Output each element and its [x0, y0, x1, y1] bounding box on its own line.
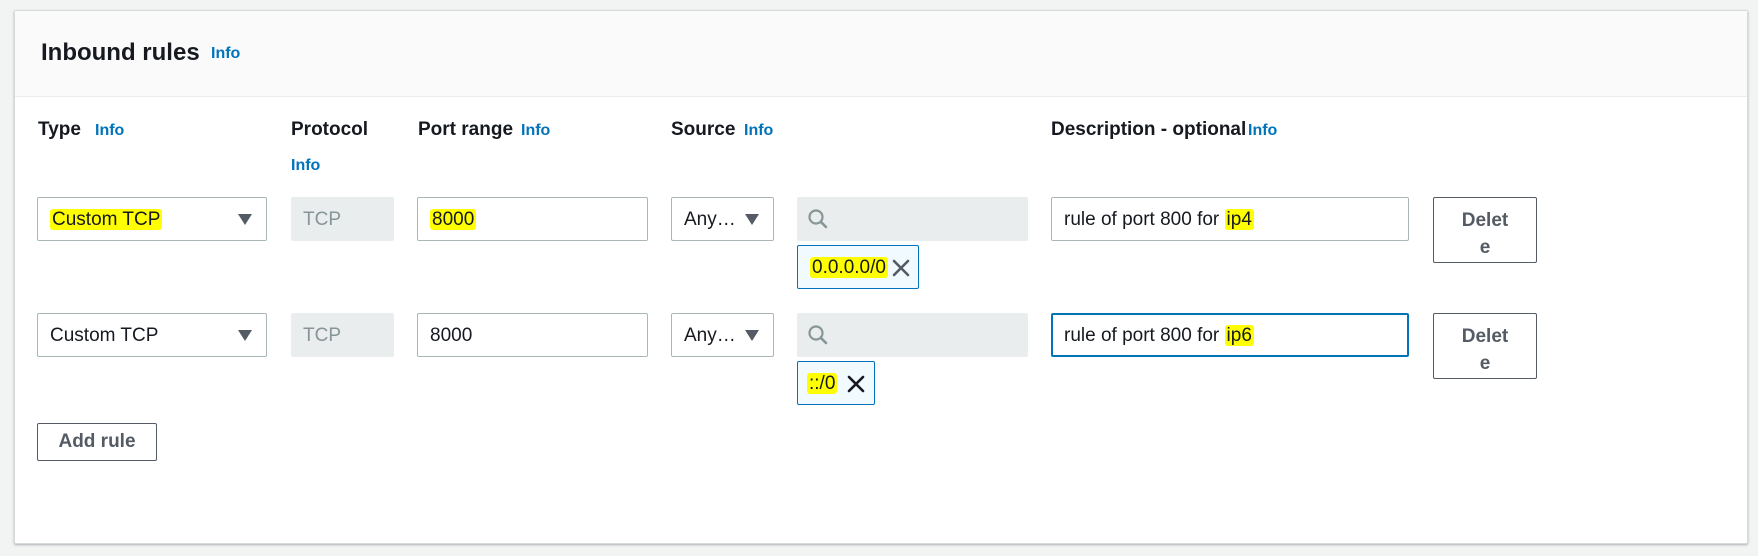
- rule-2-source-select-value: Any…: [684, 325, 736, 346]
- highlight-mark: Custom TCP: [50, 209, 163, 230]
- rule-1-source-select-value: Any…: [684, 209, 736, 230]
- description-text: rule of port 800 for: [1064, 325, 1225, 346]
- rule-1-description-value: rule of port 800 for ip4: [1064, 209, 1254, 231]
- column-type-label: Type: [38, 119, 81, 140]
- inbound-rules-panel: Inbound rules Info Type Info Protocol In…: [14, 10, 1748, 544]
- rule-1-protocol-field: TCP: [291, 197, 394, 241]
- close-icon[interactable]: [846, 374, 866, 394]
- column-port-range-label: Port range: [418, 119, 514, 140]
- caret-down-icon: [238, 330, 252, 341]
- rule-2-source-token: ::/0: [797, 361, 875, 405]
- rule-2-description-value: rule of port 800 for ip6: [1064, 325, 1254, 347]
- rule-2-description-input[interactable]: rule of port 800 for ip6: [1051, 313, 1409, 357]
- highlight-mark: ip4: [1224, 209, 1254, 230]
- type-info-link[interactable]: Info: [95, 122, 124, 140]
- rule-2-protocol-field: TCP: [291, 313, 394, 357]
- search-icon: [808, 209, 828, 229]
- caret-down-icon: [745, 214, 759, 225]
- port-range-info-link[interactable]: Info: [521, 122, 550, 140]
- delete-label-part-2: e: [1479, 353, 1491, 374]
- rule-2-type-value: Custom TCP: [50, 325, 159, 346]
- column-source-label: Source: [671, 119, 736, 140]
- source-info-link[interactable]: Info: [744, 122, 773, 140]
- description-info-link[interactable]: Info: [1248, 122, 1277, 140]
- highlight-mark: ::/0: [807, 373, 838, 394]
- rule-2-type-select[interactable]: Custom TCP: [37, 313, 267, 357]
- rule-2-port-range-value: 8000: [430, 325, 473, 346]
- highlight-mark: ip6: [1224, 325, 1254, 346]
- rule-2-delete-button[interactable]: Delet e: [1433, 313, 1537, 379]
- caret-down-icon: [745, 330, 759, 341]
- search-icon: [808, 325, 828, 345]
- rule-1-port-range-input[interactable]: 8000: [417, 197, 648, 241]
- delete-label-part-1: Delet: [1461, 326, 1509, 347]
- close-icon[interactable]: [891, 258, 911, 278]
- rule-1-source-search-input[interactable]: [797, 197, 1028, 241]
- rule-1-description-input[interactable]: rule of port 800 for ip4: [1051, 197, 1409, 241]
- column-protocol-label: Protocol: [291, 119, 369, 140]
- protocol-info-link[interactable]: Info: [291, 157, 320, 175]
- rule-1-type-value: Custom TCP: [50, 209, 163, 231]
- title-info-link[interactable]: Info: [211, 45, 240, 63]
- panel-title: Inbound rules: [41, 39, 200, 66]
- add-rule-button[interactable]: Add rule: [37, 423, 157, 461]
- rule-1-protocol-value: TCP: [303, 209, 341, 230]
- rule-1-delete-button[interactable]: Delet e: [1433, 197, 1537, 263]
- description-text: rule of port 800 for: [1064, 209, 1225, 230]
- delete-label-part-2: e: [1479, 237, 1491, 258]
- delete-label-part-1: Delet: [1461, 210, 1509, 231]
- rule-2-protocol-value: TCP: [303, 325, 341, 346]
- column-description-label: Description - optional: [1051, 119, 1247, 140]
- rule-1-port-range-value: 8000: [430, 209, 477, 231]
- panel-header: Inbound rules Info: [15, 11, 1747, 97]
- highlight-mark: 0.0.0.0/0: [810, 257, 888, 278]
- rule-2-source-token-value: ::/0: [807, 373, 838, 395]
- rule-2-port-range-input[interactable]: 8000: [417, 313, 648, 357]
- rule-1-source-select[interactable]: Any…: [671, 197, 774, 241]
- rule-2-source-select[interactable]: Any…: [671, 313, 774, 357]
- rule-1-source-token-value: 0.0.0.0/0: [810, 257, 888, 279]
- highlight-mark: 8000: [430, 209, 477, 230]
- rule-1-type-select[interactable]: Custom TCP: [37, 197, 267, 241]
- rule-1-source-token: 0.0.0.0/0: [797, 245, 919, 289]
- caret-down-icon: [238, 214, 252, 225]
- rule-2-source-search-input[interactable]: [797, 313, 1028, 357]
